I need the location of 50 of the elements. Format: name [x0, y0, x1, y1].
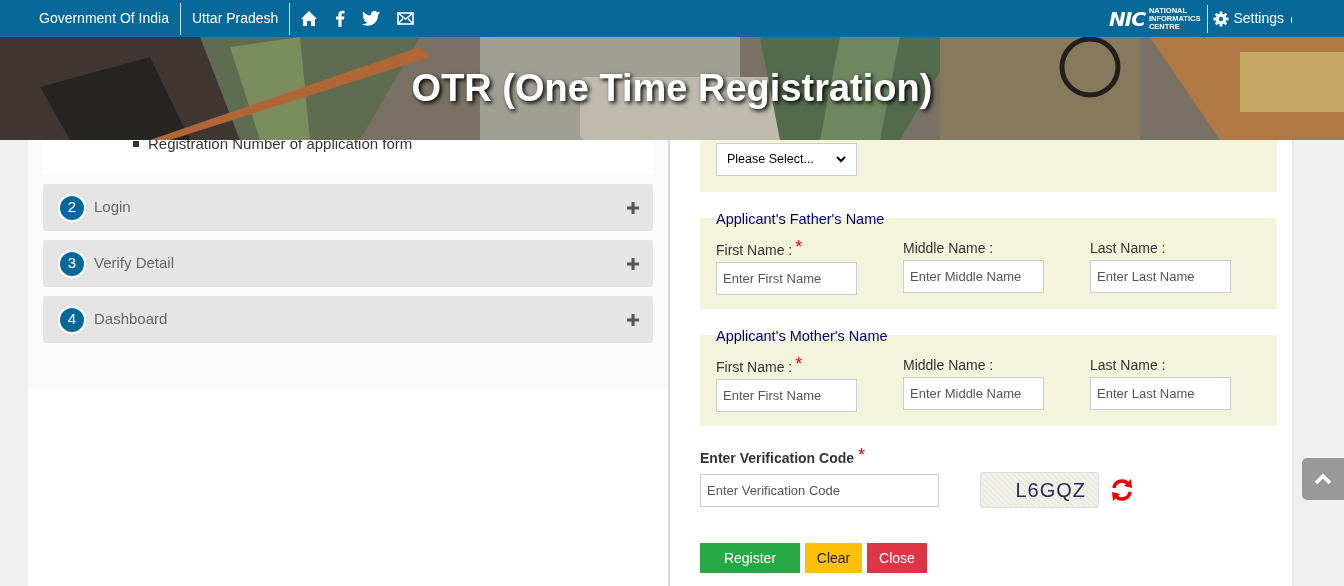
step-label: Dashboard	[94, 309, 169, 330]
bullet-icon	[133, 141, 139, 147]
required-mark: *	[858, 448, 866, 462]
step-label: Login	[94, 197, 132, 218]
field-label: Enter Verification Code	[700, 449, 855, 468]
home-icon[interactable]	[300, 10, 319, 27]
captcha-image: L6GQZ	[980, 472, 1099, 508]
settings-link[interactable]: Settings	[1233, 8, 1284, 29]
accordion-header[interactable]: 2 Login	[43, 184, 653, 231]
select-dropdown[interactable]: Please Select...	[716, 143, 857, 176]
scroll-top-button[interactable]	[1302, 458, 1344, 500]
header-link[interactable]: Government Of India	[28, 2, 180, 35]
field-label: Middle Name :	[903, 356, 994, 375]
caret-icon	[1291, 17, 1292, 23]
input-field[interactable]: Enter Middle Name	[903, 377, 1044, 410]
step-number: 4	[58, 305, 86, 334]
section-title: Applicant's Father's Name	[716, 210, 885, 228]
form-button[interactable]: Register	[700, 543, 800, 573]
form-button[interactable]: Close	[867, 543, 927, 573]
accordion-header[interactable]: 3 Verify Detail	[43, 240, 653, 287]
refresh-icon[interactable]	[1110, 479, 1134, 501]
accordion-header[interactable]: 4 Dashboard	[43, 296, 653, 343]
page-title: OTR (One Time Registration)	[411, 66, 933, 111]
settings-icon[interactable]	[1213, 10, 1230, 27]
field-label: Last Name :	[1090, 356, 1166, 375]
required-mark: *	[795, 357, 803, 371]
input-field[interactable]: Enter Verification Code	[700, 473, 939, 507]
twitter-icon[interactable]	[362, 11, 381, 26]
chevron-down-icon	[836, 156, 846, 163]
input-field[interactable]: Enter First Name	[716, 262, 857, 295]
step-number: 2	[58, 193, 86, 222]
chevron-up-icon	[1314, 473, 1332, 485]
facebook-icon[interactable]	[335, 10, 346, 27]
input-field[interactable]: Enter Middle Name	[903, 260, 1044, 293]
logo-mark: NIC	[1109, 8, 1145, 29]
input-field[interactable]: Enter Last Name	[1090, 377, 1231, 410]
select-value: Please Select...	[727, 151, 814, 169]
field-label: First Name :	[716, 358, 793, 377]
form-button[interactable]: Clear	[805, 543, 862, 573]
field-label: Last Name :	[1090, 239, 1166, 258]
input-field[interactable]: Enter Last Name	[1090, 260, 1231, 293]
field-label: Middle Name :	[903, 239, 994, 258]
section-title: Applicant's Mother's Name	[716, 327, 888, 345]
input-field[interactable]: Enter First Name	[716, 379, 857, 412]
mail-icon[interactable]	[397, 12, 415, 25]
header-link[interactable]: Uttar Pradesh	[179, 2, 290, 35]
step-label: Verify Detail	[94, 253, 176, 274]
field-label: First Name :	[716, 241, 793, 260]
required-mark: *	[795, 240, 803, 254]
step-number: 3	[58, 249, 86, 278]
